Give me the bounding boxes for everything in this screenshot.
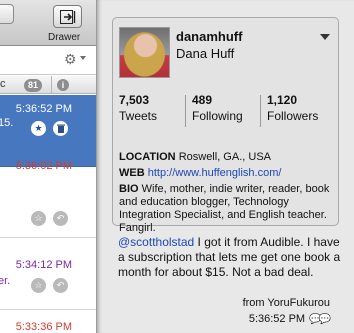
web-line: WEB http://www.huffenglish.com/ [119,167,334,180]
tweet-snippet: er. [0,275,11,287]
screen-name: danamhuff [176,29,243,44]
gear-icon[interactable]: ⚙ [64,51,77,68]
disclosure-caret-icon[interactable] [320,34,330,40]
conversation-icon[interactable]: 💬💬 [309,314,331,325]
toolbar: Drawer [0,0,96,46]
column-divider [51,76,52,94]
trash-icon[interactable] [53,121,68,136]
drawer-label: Drawer [48,32,81,43]
location-key: LOCATION [119,151,176,163]
timeline-row[interactable]: 5:34:12 PM er. ☆ ↶ [0,239,96,310]
following-count: 489 [192,93,213,107]
followers-stat[interactable]: 1,120 Followers [267,93,318,129]
column-title: c [0,78,6,90]
drawer-button[interactable] [53,5,82,28]
star-icon[interactable]: ★ [31,121,46,136]
avatar[interactable] [119,27,170,78]
following-stat[interactable]: 489 Following [192,93,243,129]
chevron-down-icon[interactable] [80,56,86,60]
tweets-label: Tweets [119,109,158,123]
filter-row: ⚙ [0,46,96,75]
tweets-stat[interactable]: 7,503 Tweets [119,93,157,129]
reply-icon[interactable]: ↶ [53,278,68,293]
tweet-time: 5:34:12 PM [15,259,72,271]
following-label: Following [192,109,243,123]
timeline-row[interactable]: 5:36:02 PM ☆ ↶ [0,160,96,238]
tweet-time: 5:36:52 PM [15,103,72,115]
timeline-window: Drawer ⚙ c 81 i 5:36:52 PM 15. ★ 5:36:02… [0,0,96,333]
star-icon[interactable]: ☆ [31,278,46,293]
toolbar-button[interactable] [0,4,14,24]
bio-tail: Fangirl. [119,222,156,234]
star-icon[interactable]: ☆ [31,211,46,226]
tweet-time: 5:36:52 PM [248,313,306,325]
location-value: Roswell, GA., USA [178,151,271,163]
profile-stats: 7,503 Tweets 489 Following 1,120 Followe… [119,93,333,129]
reply-icon[interactable]: ↶ [53,211,68,226]
bio-text: Wife, mother, indie writer, reader, book… [119,183,330,221]
column-header: c 81 i [0,76,96,94]
bio-line: BIO Wife, mother, indie writer, reader, … [119,183,334,235]
tweet-snippet: 15. [0,117,14,129]
tweet-time: 5:33:36 PM [15,321,72,333]
web-key: WEB [119,167,145,179]
timeline-row[interactable]: 5:36:52 PM 15. ★ [0,95,96,167]
tweets-count: 7,503 [119,93,150,107]
unread-count-badge: 81 [24,79,43,92]
website-link[interactable]: http://www.huffenglish.com/ [148,167,282,179]
followers-count: 1,120 [267,93,298,107]
tweet-time: 5:36:02 PM [15,160,72,172]
full-name: Dana Huff [176,46,235,61]
tweet-timestamp: 5:36:52 PM 💬💬 [248,313,331,325]
info-icon[interactable]: i [57,79,69,91]
bio-key: BIO [119,183,139,195]
profile-info: LOCATION Roswell, GA., USA WEB http://ww… [119,151,334,238]
user-drawer: danamhuff Dana Huff 7,503 Tweets 489 Fol… [96,0,354,333]
mention-link[interactable]: @scottholstad [118,235,194,249]
timeline-row[interactable]: 5:33:36 PM [0,311,96,333]
followers-label: Followers [267,109,319,123]
profile-card: danamhuff Dana Huff 7,503 Tweets 489 Fol… [112,17,339,234]
stat-divider [260,95,261,127]
tweet-source: from YoruFukurou [242,297,330,309]
location-line: LOCATION Roswell, GA., USA [119,151,334,164]
stat-divider [185,95,186,127]
tweet-text: @scottholstad I got it from Audible. I h… [118,235,343,280]
